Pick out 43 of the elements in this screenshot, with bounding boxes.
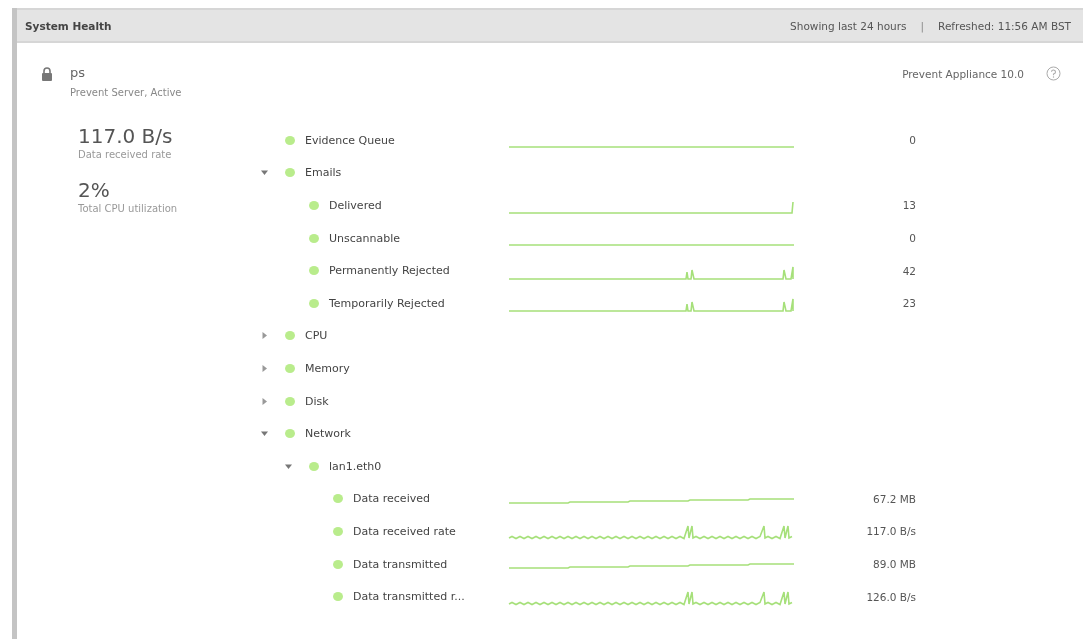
panel-title: System Health bbox=[25, 19, 113, 32]
metric-label[interactable]: Emails bbox=[305, 166, 342, 180]
refreshed-text: Refreshed: 11:56 AM BST bbox=[938, 19, 1071, 32]
metric-label[interactable]: Memory bbox=[305, 361, 350, 375]
metric-label[interactable]: Unscannable bbox=[329, 231, 401, 245]
time-range-text: Showing last 24 hours bbox=[790, 19, 907, 32]
metric-label[interactable]: Data transmitted r... bbox=[353, 590, 465, 604]
metric-value: 67.2 MB bbox=[872, 492, 916, 505]
metric-label[interactable]: CPU bbox=[305, 329, 328, 343]
metric-label[interactable]: Data transmitted bbox=[353, 557, 448, 571]
stat-label: Total CPU utilization bbox=[78, 203, 179, 214]
server-status: Prevent Server, Active bbox=[70, 87, 183, 98]
expand-caret-icon[interactable] bbox=[261, 332, 268, 340]
metric-label[interactable]: Permanently Rejected bbox=[329, 264, 450, 278]
collapse-caret-icon[interactable] bbox=[261, 430, 268, 438]
expand-caret-icon[interactable] bbox=[261, 397, 268, 405]
metric-label[interactable]: Delivered bbox=[329, 199, 382, 212]
help-icon[interactable] bbox=[1046, 66, 1061, 81]
metric-value: 42 bbox=[901, 264, 916, 277]
metric-value: 126.0 B/s bbox=[865, 590, 916, 603]
metric-label[interactable]: lan1.eth0 bbox=[329, 459, 382, 473]
metric-value: 89.0 MB bbox=[872, 558, 916, 570]
metric-value: 13 bbox=[901, 199, 916, 212]
server-name: ps bbox=[70, 65, 87, 80]
metric-label[interactable]: Data received bbox=[353, 492, 430, 506]
expand-caret-icon[interactable] bbox=[261, 364, 268, 372]
stat-label: Data received rate bbox=[78, 149, 173, 160]
metric-value: 23 bbox=[901, 297, 916, 310]
metric-value: 117.0 B/s bbox=[865, 525, 916, 538]
metric-value: 0 bbox=[908, 134, 916, 147]
separator-text: | bbox=[920, 19, 925, 32]
lock-icon bbox=[41, 67, 53, 81]
metric-label[interactable]: Temporarily Rejected bbox=[329, 296, 445, 310]
metric-label[interactable]: Disk bbox=[305, 394, 329, 408]
metric-label[interactable]: Network bbox=[305, 427, 351, 441]
collapse-caret-icon[interactable] bbox=[285, 462, 292, 470]
stat-value: 2% bbox=[78, 178, 111, 202]
metric-value: 0 bbox=[908, 232, 916, 245]
collapse-caret-icon[interactable] bbox=[261, 169, 268, 177]
metric-label[interactable]: Data received rate bbox=[353, 524, 456, 538]
stat-value: 117.0 B/s bbox=[78, 124, 174, 148]
version-text: Prevent Appliance 10.0 bbox=[902, 68, 1024, 80]
metric-label[interactable]: Evidence Queue bbox=[305, 133, 395, 147]
